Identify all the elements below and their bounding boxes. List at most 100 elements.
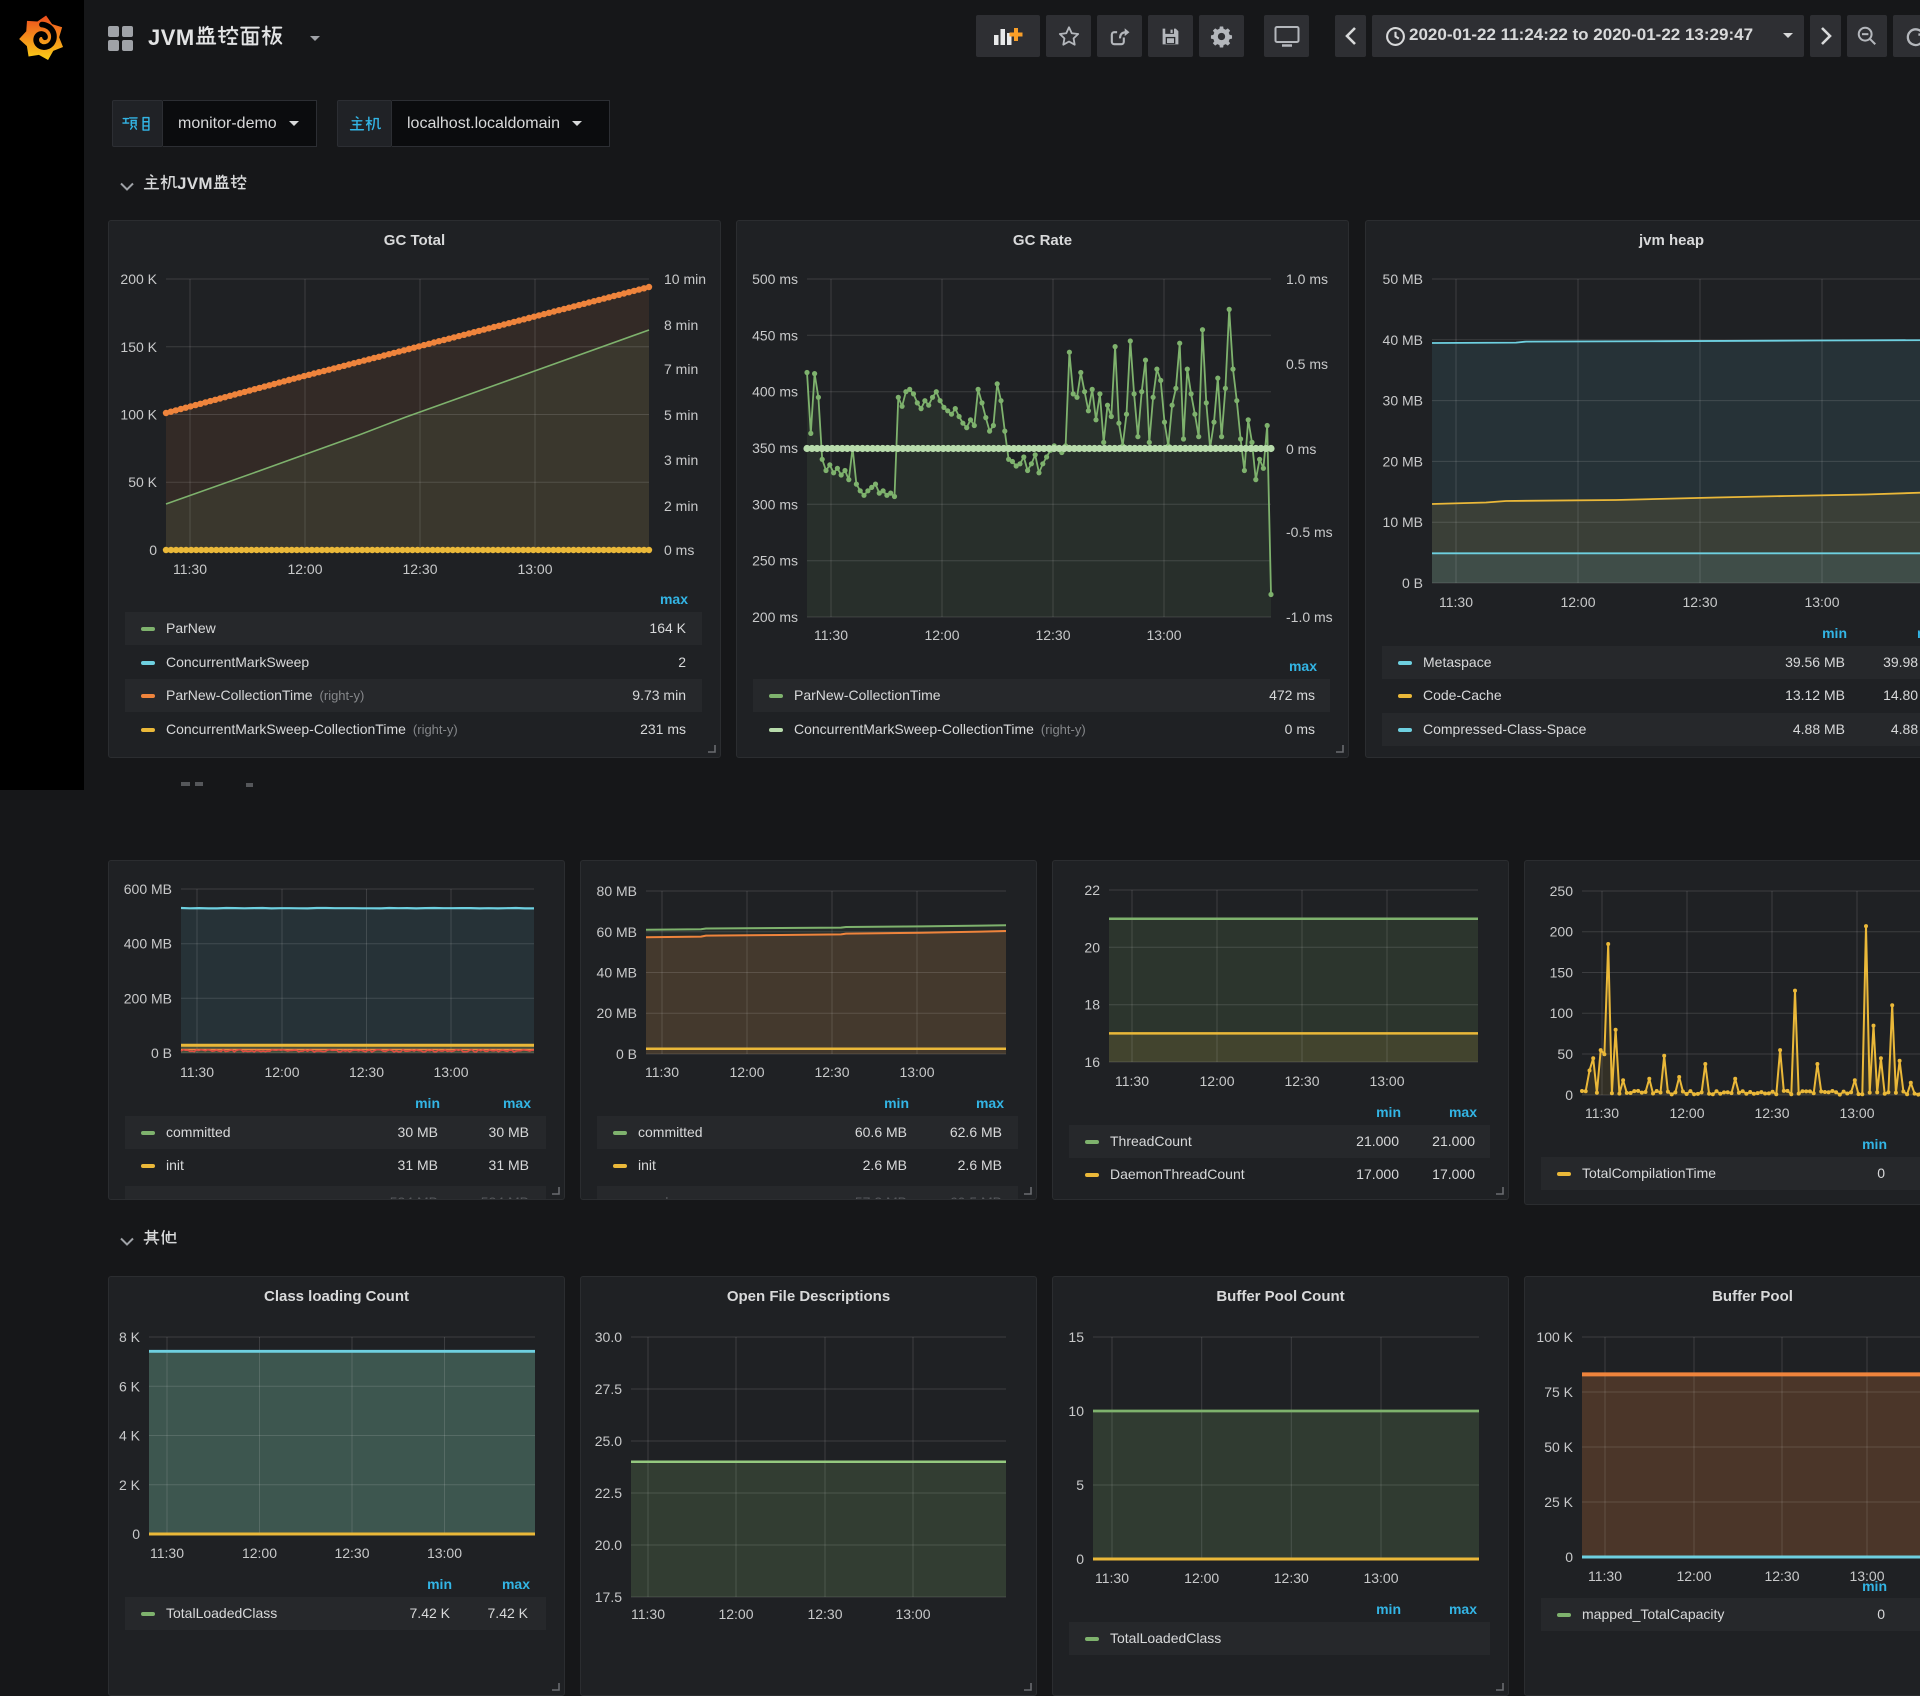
svg-text:600 MB: 600 MB — [124, 881, 172, 897]
svg-text:12:00: 12:00 — [1669, 1105, 1704, 1121]
svg-text:4 K: 4 K — [119, 1428, 141, 1444]
svg-text:13:00: 13:00 — [895, 1606, 930, 1622]
svg-text:6 K: 6 K — [119, 1378, 141, 1394]
svg-text:12:30: 12:30 — [1754, 1105, 1789, 1121]
svg-text:13:00: 13:00 — [517, 561, 552, 577]
svg-text:0 ms: 0 ms — [1286, 441, 1316, 457]
svg-text:11:30: 11:30 — [180, 1064, 214, 1080]
svg-text:0 B: 0 B — [1402, 575, 1423, 591]
svg-text:2 min: 2 min — [664, 498, 698, 514]
svg-text:22: 22 — [1084, 882, 1100, 898]
svg-text:12:00: 12:00 — [1199, 1073, 1234, 1089]
svg-text:0: 0 — [1565, 1549, 1573, 1565]
svg-text:100: 100 — [1550, 1005, 1574, 1021]
svg-text:25 K: 25 K — [1544, 1494, 1573, 1510]
svg-text:50 K: 50 K — [1544, 1439, 1573, 1455]
svg-text:7 min: 7 min — [664, 361, 698, 377]
svg-text:400 MB: 400 MB — [124, 936, 172, 952]
svg-text:0 B: 0 B — [616, 1046, 637, 1062]
svg-text:12:30: 12:30 — [1682, 594, 1717, 610]
svg-text:12:00: 12:00 — [264, 1064, 299, 1080]
svg-text:13:00: 13:00 — [1369, 1073, 1404, 1089]
svg-text:12:30: 12:30 — [1284, 1073, 1319, 1089]
svg-text:200: 200 — [1550, 924, 1574, 940]
svg-text:13:00: 13:00 — [899, 1064, 934, 1080]
svg-text:20.0: 20.0 — [595, 1537, 622, 1553]
svg-text:11:30: 11:30 — [173, 561, 207, 577]
svg-text:40 MB: 40 MB — [1383, 332, 1423, 348]
svg-text:20 MB: 20 MB — [597, 1005, 637, 1021]
svg-text:13:00: 13:00 — [1146, 627, 1181, 643]
svg-text:75 K: 75 K — [1544, 1384, 1573, 1400]
svg-text:16: 16 — [1084, 1054, 1100, 1070]
svg-text:25.0: 25.0 — [595, 1433, 622, 1449]
svg-text:10 MB: 10 MB — [1383, 514, 1423, 530]
svg-text:5 min: 5 min — [664, 407, 698, 423]
svg-text:11:30: 11:30 — [1115, 1073, 1149, 1089]
svg-text:15: 15 — [1068, 1329, 1084, 1345]
svg-text:18: 18 — [1084, 997, 1100, 1013]
svg-text:300 ms: 300 ms — [752, 496, 798, 512]
svg-text:12:00: 12:00 — [924, 627, 959, 643]
svg-text:200 ms: 200 ms — [752, 609, 798, 625]
svg-text:22.5: 22.5 — [595, 1485, 622, 1501]
svg-text:250: 250 — [1550, 883, 1574, 899]
svg-text:12:00: 12:00 — [1184, 1570, 1219, 1586]
svg-text:0: 0 — [132, 1526, 140, 1542]
svg-text:150 K: 150 K — [120, 339, 157, 355]
svg-text:12:00: 12:00 — [718, 1606, 753, 1622]
svg-text:12:30: 12:30 — [349, 1064, 384, 1080]
svg-text:0.5 ms: 0.5 ms — [1286, 356, 1328, 372]
svg-text:13:00: 13:00 — [1363, 1570, 1398, 1586]
svg-text:450 ms: 450 ms — [752, 327, 798, 343]
svg-text:27.5: 27.5 — [595, 1381, 622, 1397]
svg-text:13:00: 13:00 — [427, 1545, 462, 1561]
svg-text:12:00: 12:00 — [242, 1545, 277, 1561]
svg-text:17.5: 17.5 — [595, 1589, 622, 1605]
svg-text:100 K: 100 K — [1536, 1329, 1573, 1345]
svg-text:0 B: 0 B — [151, 1045, 172, 1061]
svg-text:3 min: 3 min — [664, 452, 698, 468]
svg-text:12:30: 12:30 — [1035, 627, 1070, 643]
svg-text:12:00: 12:00 — [1560, 594, 1595, 610]
svg-text:50: 50 — [1557, 1046, 1573, 1062]
svg-text:0: 0 — [1076, 1551, 1084, 1567]
svg-text:12:30: 12:30 — [402, 561, 437, 577]
svg-text:1.0 ms: 1.0 ms — [1286, 271, 1328, 287]
svg-text:12:30: 12:30 — [807, 1606, 842, 1622]
svg-text:250 ms: 250 ms — [752, 553, 798, 569]
svg-text:0: 0 — [1565, 1087, 1573, 1103]
svg-text:2 K: 2 K — [119, 1477, 141, 1493]
svg-text:30.0: 30.0 — [595, 1329, 622, 1345]
svg-text:0: 0 — [149, 542, 157, 558]
svg-text:11:30: 11:30 — [645, 1064, 679, 1080]
svg-text:20 MB: 20 MB — [1383, 453, 1423, 469]
svg-text:30 MB: 30 MB — [1383, 393, 1423, 409]
svg-text:12:30: 12:30 — [334, 1545, 369, 1561]
svg-text:11:30: 11:30 — [631, 1606, 665, 1622]
svg-text:400 ms: 400 ms — [752, 384, 798, 400]
svg-text:12:30: 12:30 — [1274, 1570, 1309, 1586]
svg-text:200 MB: 200 MB — [124, 990, 172, 1006]
svg-text:40 MB: 40 MB — [597, 965, 637, 981]
svg-text:12:00: 12:00 — [287, 561, 322, 577]
svg-text:50 K: 50 K — [128, 474, 157, 490]
svg-text:60 MB: 60 MB — [597, 924, 637, 940]
svg-text:-1.0 ms: -1.0 ms — [1286, 609, 1333, 625]
svg-text:50 MB: 50 MB — [1383, 271, 1423, 287]
svg-text:5: 5 — [1076, 1477, 1084, 1493]
svg-text:13:00: 13:00 — [433, 1064, 468, 1080]
svg-text:10 min: 10 min — [664, 271, 706, 287]
svg-text:12:00: 12:00 — [729, 1064, 764, 1080]
svg-text:13:00: 13:00 — [1804, 594, 1839, 610]
svg-text:8 min: 8 min — [664, 317, 698, 333]
svg-text:500 ms: 500 ms — [752, 271, 798, 287]
svg-text:11:30: 11:30 — [1585, 1105, 1619, 1121]
svg-text:20: 20 — [1084, 939, 1100, 955]
svg-text:150: 150 — [1550, 965, 1574, 981]
svg-text:11:30: 11:30 — [1095, 1570, 1129, 1586]
svg-text:-0.5 ms: -0.5 ms — [1286, 524, 1333, 540]
svg-text:11:30: 11:30 — [1439, 594, 1473, 610]
svg-text:8 K: 8 K — [119, 1329, 141, 1345]
svg-text:80 MB: 80 MB — [597, 883, 637, 899]
